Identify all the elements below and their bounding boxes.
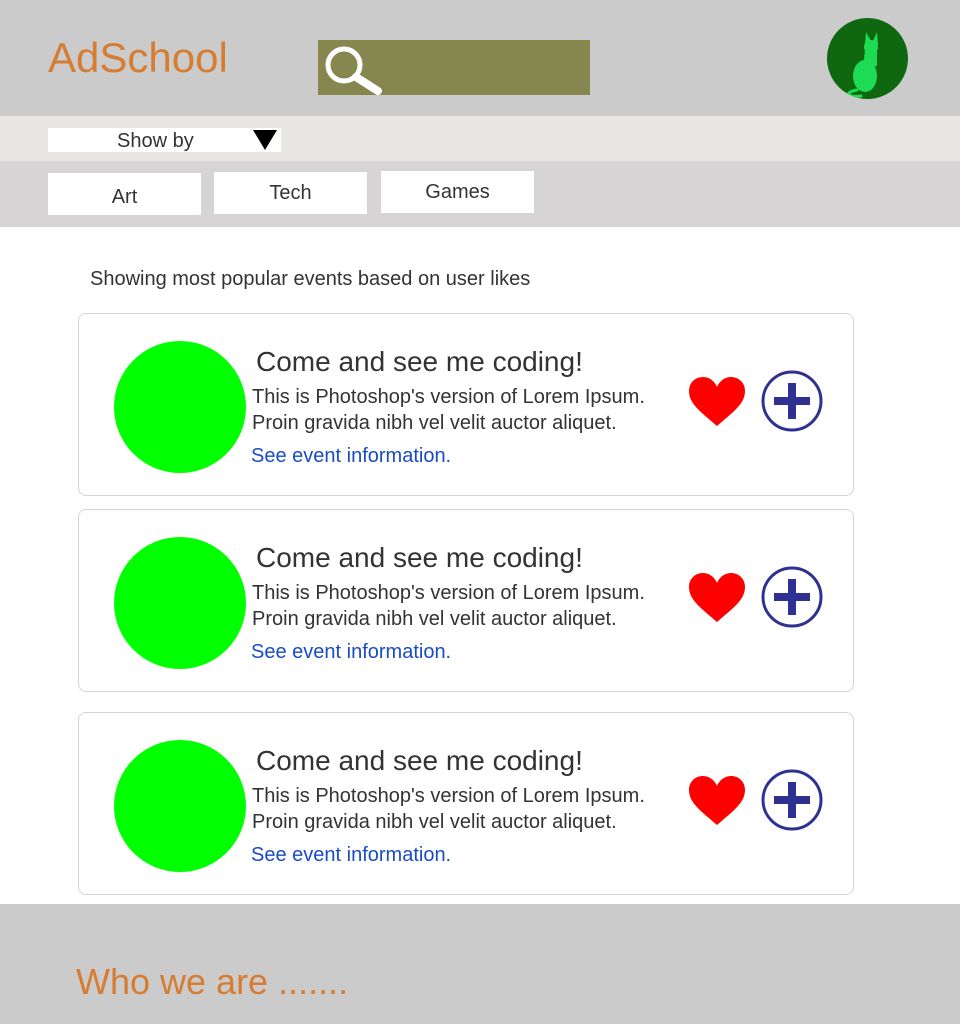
event-description-line: This is Photoshop's version of Lorem Ips… <box>252 386 645 408</box>
search-icon[interactable] <box>320 43 384 95</box>
heart-icon[interactable] <box>687 775 747 827</box>
event-description-line: This is Photoshop's version of Lorem Ips… <box>252 785 645 807</box>
category-tech-button[interactable]: Tech <box>214 172 367 214</box>
category-bar: Art Tech Games <box>0 161 960 227</box>
event-description-line: Proin gravida nibh vel velit auctor aliq… <box>252 412 617 434</box>
event-thumbnail[interactable] <box>114 740 246 872</box>
show-by-label: Show by <box>117 130 194 152</box>
category-games-button[interactable]: Games <box>381 171 534 213</box>
event-title: Come and see me coding! <box>256 346 583 377</box>
event-card: Come and see me coding! This is Photosho… <box>78 313 854 496</box>
event-description-line: Proin gravida nibh vel velit auctor aliq… <box>252 608 617 630</box>
who-we-are-link[interactable]: Who we are ....... <box>76 960 348 1004</box>
event-info-link[interactable]: See event information. <box>251 639 451 665</box>
event-description: This is Photoshop's version of Lorem Ips… <box>252 783 645 835</box>
event-thumbnail[interactable] <box>114 341 246 473</box>
event-description-line: This is Photoshop's version of Lorem Ips… <box>252 582 645 604</box>
category-art-button[interactable]: Art <box>48 173 201 215</box>
event-description: This is Photoshop's version of Lorem Ips… <box>252 384 645 436</box>
header: AdSchool <box>0 0 960 116</box>
event-info-link[interactable]: See event information. <box>251 842 451 868</box>
search-input[interactable] <box>318 40 590 95</box>
event-description: This is Photoshop's version of Lorem Ips… <box>252 580 645 632</box>
event-title: Come and see me coding! <box>256 745 583 776</box>
dropdown-arrow-icon[interactable] <box>253 130 277 150</box>
event-info-link[interactable]: See event information. <box>251 443 451 469</box>
plus-circle-icon[interactable] <box>760 566 824 630</box>
event-card: Come and see me coding! This is Photosho… <box>78 712 854 895</box>
show-by-dropdown[interactable]: Show by <box>48 128 281 152</box>
avatar[interactable] <box>827 18 908 99</box>
event-title: Come and see me coding! <box>256 542 583 573</box>
event-card: Come and see me coding! This is Photosho… <box>78 509 854 692</box>
cat-icon <box>847 32 878 98</box>
plus-circle-icon[interactable] <box>760 769 824 833</box>
filter-bar: Show by <box>0 116 960 161</box>
event-thumbnail[interactable] <box>114 537 246 669</box>
intro-text: Showing most popular events based on use… <box>90 268 531 290</box>
plus-circle-icon[interactable] <box>760 370 824 434</box>
logo[interactable]: AdSchool <box>48 30 228 86</box>
heart-icon[interactable] <box>687 572 747 624</box>
footer: Who we are ....... <box>0 904 960 1024</box>
heart-icon[interactable] <box>687 376 747 428</box>
event-description-line: Proin gravida nibh vel velit auctor aliq… <box>252 811 617 833</box>
